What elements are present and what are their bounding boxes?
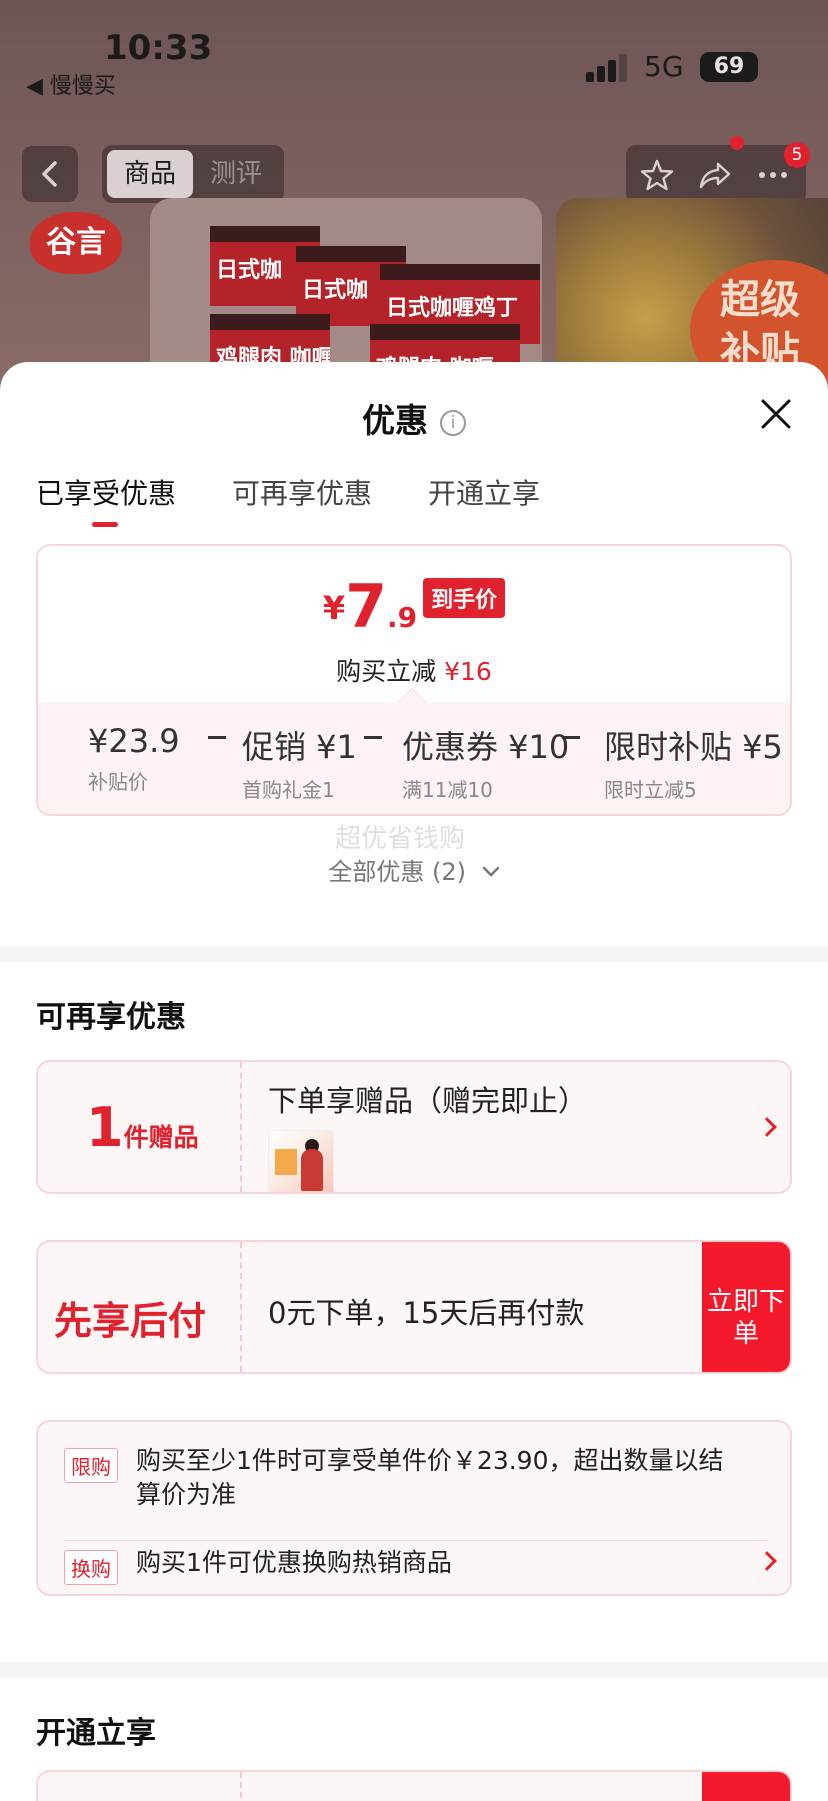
brand-logo: 谷言 bbox=[30, 212, 122, 274]
final-price-area: ¥7.9到手价 购买立减 ¥16 bbox=[38, 546, 790, 702]
breakdown-item: 限时补贴 ¥5 限时立减5 bbox=[604, 722, 783, 804]
watermark-text: 超优省钱购 bbox=[334, 824, 465, 854]
chevron-down-icon bbox=[482, 866, 499, 877]
pay-later-label-area: 先享后付 bbox=[38, 1242, 242, 1372]
breakdown-label: 补贴价 bbox=[88, 770, 148, 794]
section-divider bbox=[0, 1662, 828, 1678]
final-price-tag: 到手价 bbox=[423, 578, 506, 618]
network-type: 5G bbox=[644, 50, 684, 83]
share-icon[interactable] bbox=[698, 158, 732, 192]
breakdown-value: 限时补贴 ¥5 bbox=[604, 728, 783, 766]
exchange-tag: 换购 bbox=[64, 1550, 118, 1585]
breakdown-value: ¥23.9 bbox=[88, 722, 180, 760]
close-icon[interactable] bbox=[758, 396, 794, 432]
exchange-rule-text: 购买1件可优惠换购热销商品 bbox=[136, 1548, 452, 1577]
price-decimal: .9 bbox=[386, 601, 418, 634]
gift-count: 1件赠品 bbox=[86, 1096, 199, 1159]
sheet-title: 优惠 i bbox=[0, 394, 828, 442]
more-icon[interactable] bbox=[756, 158, 790, 192]
info-icon[interactable]: i bbox=[440, 410, 466, 436]
tab-enjoyed-offers[interactable]: 已享受优惠 bbox=[36, 472, 176, 527]
status-time: 10:33 bbox=[104, 28, 213, 68]
status-bar: 10:33 ◀ 慢慢买 5G 69 bbox=[0, 0, 828, 100]
pay-later-card: 先享后付 0元下单，15天后再付款 立即下单 bbox=[36, 1240, 792, 1374]
purchase-rules-card: 限购 购买至少1件时可享受单件价￥23.90，超出数量以结算价为准 换购 购买1… bbox=[36, 1420, 792, 1596]
promo-tag-line: 超级 bbox=[720, 277, 800, 323]
notification-dot bbox=[730, 136, 744, 150]
product-page-background: 10:33 ◀ 慢慢买 5G 69 商品 测评 5 谷言 日式咖 日式咖 日式咖… bbox=[0, 0, 828, 400]
section-divider bbox=[0, 946, 828, 962]
price-summary: ¥7.9到手价 购买立减 ¥16 ¥23.9 补贴价 促销 ¥1 首购礼金1 优… bbox=[36, 544, 792, 816]
minus-sign bbox=[562, 736, 580, 739]
top-action-bar bbox=[626, 145, 806, 203]
back-button[interactable] bbox=[22, 146, 78, 202]
chevron-right-icon bbox=[757, 1117, 777, 1137]
breakdown-item: 促销 ¥1 首购礼金1 bbox=[242, 722, 357, 804]
activation-button[interactable] bbox=[702, 1772, 790, 1801]
offer-tabs: 已享受优惠 可再享优惠 开通立享 bbox=[36, 472, 540, 527]
limit-tag: 限购 bbox=[64, 1448, 118, 1483]
activation-offer-card[interactable] bbox=[36, 1770, 792, 1801]
save-line: 购买立减 ¥16 bbox=[38, 652, 790, 688]
gift-number: 1 bbox=[86, 1096, 124, 1159]
tab-product[interactable]: 商品 bbox=[107, 150, 193, 198]
product-tab-switch: 商品 测评 bbox=[102, 145, 284, 203]
open-section-title: 开通立享 bbox=[36, 1716, 156, 1751]
minus-sign bbox=[364, 736, 382, 739]
minus-sign bbox=[208, 736, 226, 739]
breakdown-value: 优惠券 ¥10 bbox=[402, 728, 570, 766]
breakdown-label: 首购礼金1 bbox=[242, 778, 335, 802]
offers-sheet: 优惠 i 已享受优惠 可再享优惠 开通立享 ¥7.9到手价 购买立减 ¥16 ¥2… bbox=[0, 362, 828, 1801]
pay-later-text: 0元下单，15天后再付款 bbox=[268, 1296, 585, 1330]
chevron-left-icon bbox=[42, 161, 57, 187]
gift-count-area: 1件赠品 bbox=[38, 1062, 242, 1192]
final-price: ¥7.9到手价 bbox=[38, 572, 790, 642]
more-offers-title: 可再享优惠 bbox=[36, 1000, 186, 1035]
back-to-app-link[interactable]: ◀ 慢慢买 bbox=[26, 68, 116, 100]
save-amount: ¥16 bbox=[444, 657, 492, 686]
breakdown-label: 限时立减5 bbox=[604, 778, 697, 802]
star-icon[interactable] bbox=[640, 158, 674, 192]
gift-offer-card[interactable]: 1件赠品 下单享赠品（赠完即止） bbox=[36, 1060, 792, 1194]
tab-review[interactable]: 测评 bbox=[193, 150, 279, 198]
order-now-button[interactable]: 立即下单 bbox=[702, 1242, 790, 1372]
breakdown-label: 满11减10 bbox=[402, 778, 493, 802]
breakdown-value: 促销 ¥1 bbox=[242, 728, 357, 766]
cart-count-badge: 5 bbox=[784, 142, 810, 168]
all-offers-label: 全部优惠 (2) bbox=[328, 858, 466, 886]
sheet-title-text: 优惠 bbox=[362, 401, 428, 440]
all-offers-toggle[interactable]: 全部优惠 (2) bbox=[0, 852, 828, 887]
limit-rule-text: 购买至少1件时可享受单件价￥23.90，超出数量以结算价为准 bbox=[136, 1446, 724, 1509]
currency-symbol: ¥ bbox=[322, 589, 346, 627]
rule-divider bbox=[64, 1540, 768, 1541]
battery-icon: 69 bbox=[700, 52, 758, 82]
tab-more-offers[interactable]: 可再享优惠 bbox=[232, 472, 372, 512]
activation-label-area bbox=[38, 1772, 242, 1801]
chevron-right-icon bbox=[757, 1551, 777, 1571]
tab-activate-offers[interactable]: 开通立享 bbox=[428, 472, 540, 512]
price-integer: 7 bbox=[345, 572, 387, 642]
gift-unit: 件赠品 bbox=[123, 1123, 199, 1152]
pay-later-label: 先享后付 bbox=[54, 1299, 207, 1343]
signal-icon bbox=[586, 54, 628, 82]
gift-offer-text: 下单享赠品（赠完即止） bbox=[268, 1084, 588, 1118]
breakdown-item: ¥23.9 补贴价 bbox=[88, 722, 180, 796]
save-label: 购买立减 bbox=[336, 657, 437, 686]
breakdown-item: 优惠券 ¥10 满11减10 bbox=[402, 722, 569, 804]
gift-thumbnail bbox=[268, 1130, 334, 1192]
